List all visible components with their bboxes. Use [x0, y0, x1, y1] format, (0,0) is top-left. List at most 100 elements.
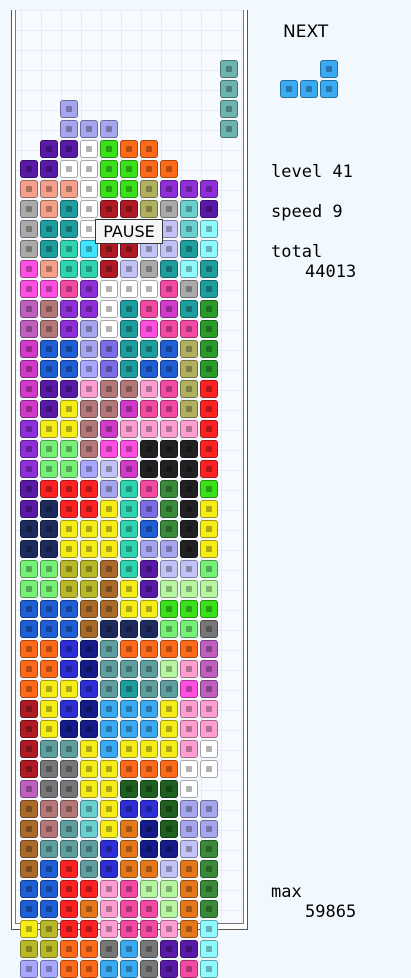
locked-block: [160, 400, 178, 418]
locked-block: [200, 860, 218, 878]
locked-block: [120, 540, 138, 558]
locked-block: [60, 520, 78, 538]
locked-block: [20, 740, 38, 758]
locked-block: [40, 660, 58, 678]
locked-block: [100, 820, 118, 838]
locked-block: [40, 520, 58, 538]
locked-block: [120, 660, 138, 678]
locked-block: [40, 220, 58, 238]
locked-block: [200, 340, 218, 358]
locked-block: [200, 440, 218, 458]
locked-block: [180, 640, 198, 658]
locked-block: [120, 360, 138, 378]
locked-block: [160, 900, 178, 918]
locked-block: [20, 500, 38, 518]
locked-block: [80, 200, 98, 218]
locked-block: [60, 220, 78, 238]
locked-block: [180, 220, 198, 238]
locked-block: [180, 860, 198, 878]
locked-block: [160, 540, 178, 558]
locked-block: [80, 940, 98, 958]
locked-block: [80, 960, 98, 978]
locked-block: [140, 200, 158, 218]
locked-block: [80, 380, 98, 398]
locked-block: [180, 480, 198, 498]
locked-block: [120, 860, 138, 878]
locked-block: [160, 200, 178, 218]
locked-block: [200, 680, 218, 698]
locked-block: [80, 160, 98, 178]
locked-block: [120, 940, 138, 958]
locked-block: [80, 860, 98, 878]
locked-block: [40, 600, 58, 618]
locked-block: [80, 700, 98, 718]
locked-block: [140, 680, 158, 698]
locked-block: [80, 760, 98, 778]
locked-block: [80, 140, 98, 158]
locked-block: [100, 600, 118, 618]
locked-block: [20, 360, 38, 378]
locked-block: [200, 960, 218, 978]
falling-piece-block: [220, 100, 238, 118]
locked-block: [140, 400, 158, 418]
locked-block: [40, 280, 58, 298]
locked-block: [60, 880, 78, 898]
locked-block: [140, 720, 158, 738]
next-label: NEXT: [283, 22, 329, 42]
locked-block: [200, 800, 218, 818]
locked-block: [140, 300, 158, 318]
locked-block: [100, 740, 118, 758]
locked-block: [120, 440, 138, 458]
locked-block: [140, 260, 158, 278]
locked-block: [200, 180, 218, 198]
locked-block: [140, 760, 158, 778]
locked-block: [40, 400, 58, 418]
locked-block: [60, 100, 78, 118]
locked-block: [160, 820, 178, 838]
locked-block: [200, 240, 218, 258]
locked-block: [100, 920, 118, 938]
locked-block: [200, 500, 218, 518]
locked-block: [60, 440, 78, 458]
locked-block: [100, 800, 118, 818]
locked-block: [120, 260, 138, 278]
locked-block: [140, 340, 158, 358]
locked-block: [200, 720, 218, 738]
locked-block: [20, 240, 38, 258]
locked-block: [60, 820, 78, 838]
locked-block: [140, 420, 158, 438]
locked-block: [200, 380, 218, 398]
locked-block: [160, 320, 178, 338]
locked-block: [140, 880, 158, 898]
locked-block: [140, 960, 158, 978]
locked-block: [160, 680, 178, 698]
locked-block: [40, 440, 58, 458]
locked-block: [20, 640, 38, 658]
locked-block: [60, 340, 78, 358]
locked-block: [180, 560, 198, 578]
locked-block: [160, 660, 178, 678]
locked-block: [200, 640, 218, 658]
locked-block: [20, 820, 38, 838]
locked-block: [80, 360, 98, 378]
locked-block: [100, 700, 118, 718]
locked-block: [100, 440, 118, 458]
locked-block: [20, 480, 38, 498]
locked-block: [20, 160, 38, 178]
locked-block: [40, 900, 58, 918]
pause-overlay[interactable]: PAUSE: [95, 219, 163, 244]
locked-block: [40, 860, 58, 878]
locked-block: [140, 620, 158, 638]
locked-block: [80, 320, 98, 338]
locked-block: [200, 840, 218, 858]
locked-block: [40, 780, 58, 798]
locked-block: [80, 540, 98, 558]
locked-block: [20, 860, 38, 878]
locked-block: [120, 380, 138, 398]
total-label: total: [271, 242, 323, 262]
locked-block: [180, 740, 198, 758]
locked-block: [160, 500, 178, 518]
locked-block: [200, 420, 218, 438]
locked-block: [120, 280, 138, 298]
locked-block: [160, 460, 178, 478]
